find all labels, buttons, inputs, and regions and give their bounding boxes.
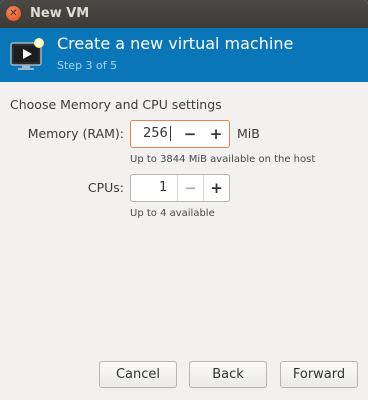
cancel-button[interactable]: Cancel: [99, 361, 177, 388]
cpus-increment-button[interactable]: +: [203, 175, 229, 201]
close-icon[interactable]: ✕: [6, 6, 21, 21]
memory-label: Memory (RAM):: [27, 126, 124, 141]
back-button[interactable]: Back: [189, 361, 267, 388]
new-vm-dialog: ✕ New VM Create a new virtual machine St…: [0, 0, 368, 400]
section-title: Choose Memory and CPU settings: [10, 97, 222, 112]
memory-spinbutton[interactable]: 256 − +: [130, 120, 230, 148]
cpus-spinbutton[interactable]: 1 − +: [130, 174, 230, 202]
memory-hint: Up to 3844 MiB available on the host: [130, 154, 316, 165]
wizard-step: Step 3 of 5: [57, 59, 118, 72]
forward-button[interactable]: Forward: [280, 361, 358, 388]
memory-value: 256: [143, 126, 168, 141]
cpus-label: CPUs:: [87, 180, 124, 195]
cpus-decrement-button[interactable]: −: [177, 175, 203, 201]
wizard-header: Create a new virtual machine Step 3 of 5: [0, 28, 368, 82]
text-cursor: [169, 126, 171, 141]
window-title: New VM: [30, 6, 90, 21]
memory-unit: MiB: [237, 126, 260, 141]
cpus-input[interactable]: 1: [131, 175, 177, 201]
title-bar: ✕ New VM: [0, 0, 368, 28]
cpus-hint: Up to 4 available: [130, 208, 215, 219]
memory-decrement-button[interactable]: −: [177, 121, 203, 147]
virtual-machine-icon: [10, 38, 44, 70]
memory-input[interactable]: 256: [131, 121, 177, 147]
memory-increment-button[interactable]: +: [203, 121, 229, 147]
wizard-title: Create a new virtual machine: [57, 34, 294, 53]
